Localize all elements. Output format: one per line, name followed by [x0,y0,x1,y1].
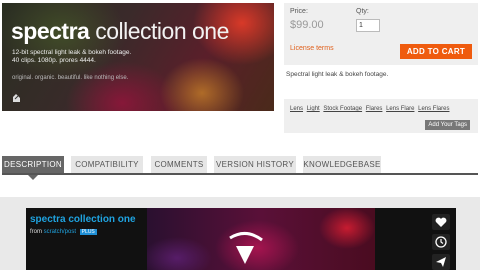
purchase-box: Price: $99.00 Qty: 1 License terms ADD T… [284,3,478,65]
video-title[interactable]: spectra collection one [30,214,136,225]
heart-icon [435,217,447,227]
quantity-label: Qty: [356,8,369,15]
add-to-cart-button[interactable]: ADD TO CART [400,44,472,59]
hero-subtitle-line-2: 40 clips. 1080p. prores 4444. [12,57,96,64]
product-hero-image: spectra collection one 12-bit spectral l… [2,3,274,111]
tab-version-history[interactable]: VERSION HISTORY [214,156,296,174]
byline-prefix: from [30,229,42,235]
send-icon [436,257,446,267]
play-icon[interactable] [226,228,266,270]
price-value: $99.00 [290,19,324,31]
tag-link[interactable]: Flares [366,106,383,112]
hero-title-light: collection one [95,18,229,44]
tab-comments[interactable]: COMMENTS [151,156,207,174]
scratchpost-logo-icon [13,94,20,102]
video-player[interactable]: spectra collection one from scratch/post… [26,208,456,270]
hero-title-bold: spectra [11,18,90,44]
tags-box: Lens Light Stock Footage Flares Lens Fla… [284,99,478,133]
tag-link[interactable]: Lens Flares [418,106,449,112]
tag-link[interactable]: Lens Flare [386,106,414,112]
clock-icon [435,236,447,248]
tab-knowledgebase[interactable]: KNOWLEDGEBASE [303,156,381,174]
tab-description[interactable]: DESCRIPTION [2,156,64,174]
tag-list: Lens Light Stock Footage Flares Lens Fla… [290,106,451,112]
byline-author-link[interactable]: scratch/post [44,229,76,235]
license-terms-link[interactable]: License terms [290,45,334,52]
plus-badge: PLUS [79,229,97,235]
hero-tagline: original. organic. beautiful. like nothi… [12,75,129,81]
hero-title: spectra collection one [11,18,229,45]
tag-link[interactable]: Lens [290,106,303,112]
price-label: Price: [290,8,308,15]
video-byline: from scratch/post PLUS [30,229,97,235]
like-button[interactable] [432,214,450,230]
share-button[interactable] [432,254,450,270]
active-tab-indicator [28,175,38,180]
tag-link[interactable]: Light [307,106,320,112]
add-your-tags-button[interactable]: Add Your Tags [425,120,470,130]
watch-later-button[interactable] [432,234,450,250]
quantity-input[interactable]: 1 [356,19,380,32]
tab-compatibility[interactable]: COMPATIBILITY [71,156,143,174]
tag-link[interactable]: Stock Footage [323,106,362,112]
tabs-divider [2,173,478,175]
hero-subtitle-line-1: 12-bit spectral light leak & bokeh foota… [12,49,132,56]
product-description: Spectral light leak & bokeh footage. [286,71,389,78]
